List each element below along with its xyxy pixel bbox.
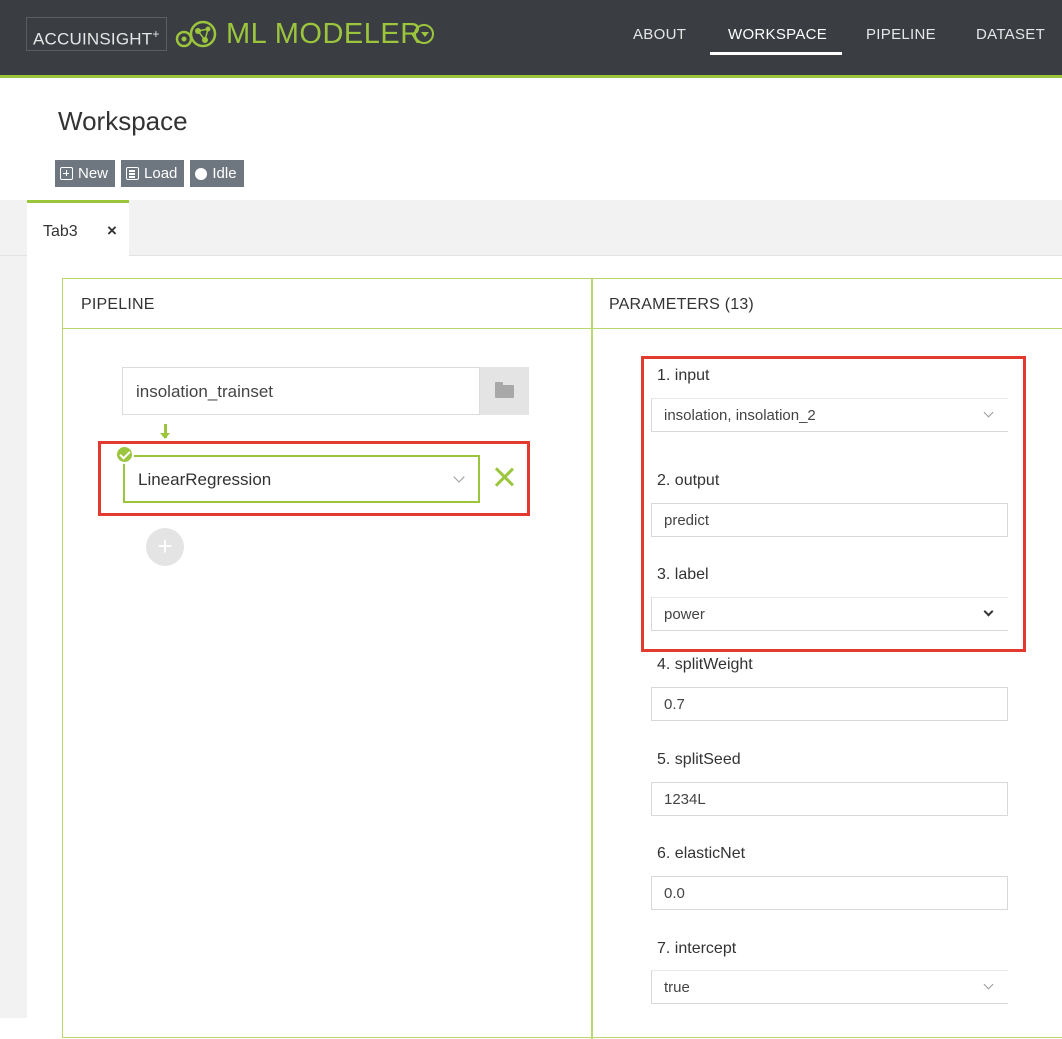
param-splitweight-value: 0.7: [664, 696, 685, 713]
dataset-value: insolation_trainset: [136, 382, 274, 401]
tab-tab3[interactable]: Tab3 ×: [27, 200, 129, 257]
new-button[interactable]: New: [55, 160, 116, 187]
gears-logo-icon: [175, 20, 217, 48]
param-intercept-value: true: [664, 979, 690, 996]
param-label-value: power: [664, 606, 705, 623]
new-icon: [60, 167, 73, 180]
column-divider: [591, 279, 593, 1039]
param-splitseed-field[interactable]: 1234L: [651, 782, 1008, 816]
chevron-down-icon: [983, 407, 994, 418]
brand-plus: +: [152, 27, 160, 41]
left-gutter: [0, 256, 27, 1018]
brand-logo[interactable]: ACCUINSIGHT+: [26, 17, 167, 51]
param-input-label: 1. input: [657, 367, 710, 384]
tab-label: Tab3: [43, 223, 78, 240]
product-menu-chevron-icon[interactable]: [414, 24, 434, 44]
nav-about[interactable]: ABOUT: [633, 26, 686, 43]
top-navbar: ACCUINSIGHT+ ML MODELER ABOUT WORKSPACE …: [0, 0, 1062, 78]
param-output-field[interactable]: predict: [651, 503, 1008, 537]
add-step-button[interactable]: +: [146, 528, 184, 566]
list-icon: [126, 167, 140, 180]
param-splitweight-label: 4. splitWeight: [657, 656, 753, 673]
new-label: New: [78, 165, 109, 182]
nav-workspace[interactable]: WORKSPACE: [728, 26, 827, 43]
param-splitweight-field[interactable]: 0.7: [651, 687, 1008, 721]
dataset-field[interactable]: insolation_trainset: [122, 367, 480, 415]
param-label-select[interactable]: power: [651, 597, 1008, 631]
param-elasticnet-field[interactable]: 0.0: [651, 876, 1008, 910]
param-output-label: 2. output: [657, 472, 720, 489]
page-title: Workspace: [58, 106, 188, 136]
param-output-value: predict: [664, 512, 710, 529]
param-input-select[interactable]: insolation, insolation_2: [651, 398, 1008, 432]
load-button[interactable]: Load: [121, 160, 185, 187]
param-splitseed-label: 5. splitSeed: [657, 751, 741, 768]
param-elasticnet-label: 6. elasticNet: [657, 845, 746, 862]
highlight-model-box: [98, 441, 530, 516]
flow-arrow-down-icon: [160, 424, 170, 439]
param-label-label: 3. label: [657, 566, 709, 583]
parameters-header: PARAMETERS (13): [609, 296, 754, 313]
chevron-down-icon: [983, 606, 994, 617]
tab-strip: Tab3 ×: [0, 200, 1062, 257]
status-dot-icon: [195, 167, 208, 180]
pipeline-header: PIPELINE: [81, 296, 155, 313]
panel-header: PIPELINE PARAMETERS (13): [63, 279, 1062, 329]
chevron-down-icon: [983, 979, 994, 990]
param-input-value: insolation, insolation_2: [664, 407, 816, 424]
nav-dataset[interactable]: DATASET: [976, 26, 1045, 43]
status-button[interactable]: Idle: [190, 160, 244, 187]
param-intercept-select[interactable]: true: [651, 970, 1008, 1004]
nav-pipeline[interactable]: PIPELINE: [866, 26, 936, 43]
brand-name: ACCUINSIGHT: [33, 29, 153, 49]
param-intercept-label: 7. intercept: [657, 940, 737, 957]
tab-close-icon[interactable]: ×: [107, 221, 117, 241]
active-nav-indicator: [710, 52, 842, 55]
param-splitseed-value: 1234L: [664, 791, 706, 808]
param-elasticnet-value: 0.0: [664, 885, 685, 902]
workspace-toolbar: New Load Idle: [55, 160, 244, 187]
status-label: Idle: [212, 165, 237, 182]
product-name[interactable]: ML MODELER: [226, 16, 422, 52]
folder-icon: [495, 382, 514, 398]
load-label: Load: [144, 165, 178, 182]
browse-folder-button[interactable]: [480, 367, 529, 415]
